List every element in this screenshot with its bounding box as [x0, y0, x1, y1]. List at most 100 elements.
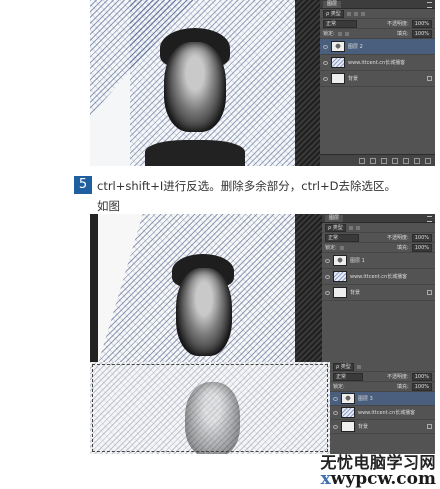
layer-list: 图层 2 www.ittcent.cn长城播客 背景 [320, 39, 435, 87]
layer-list: 图层 3 www.ittcent.cn长城播客 背景 [330, 392, 435, 434]
layer-thumbnail [333, 255, 347, 266]
eye-icon[interactable] [333, 424, 338, 429]
filter-type-icon[interactable] [360, 11, 365, 16]
lock-icon [427, 290, 432, 295]
layer-row[interactable]: 背景 [322, 285, 435, 301]
fill-label: 填充: [397, 30, 409, 37]
eye-icon[interactable] [325, 258, 330, 263]
adjustment-icon[interactable] [392, 157, 398, 164]
layer-row[interactable]: 图层 2 [320, 39, 435, 55]
screenshot-bottom: ρ 类型 正常 不透明度: 100% 锁定: 填充: 100% 图层 3 www… [90, 362, 435, 454]
eye-icon[interactable] [333, 396, 338, 401]
lock-icon [427, 76, 432, 81]
layer-name: 图层 3 [358, 395, 373, 402]
layer-thumbnail [333, 271, 347, 282]
opacity-input[interactable]: 100% [411, 19, 432, 28]
opacity-label: 不透明度: [387, 234, 409, 241]
filter-pixel-icon[interactable] [356, 364, 361, 369]
layer-name: www.ittcent.cn长城播客 [348, 59, 406, 66]
opacity-label: 不透明度: [387, 20, 409, 27]
selection-marquee [92, 364, 328, 452]
lock-icon [427, 424, 432, 429]
document-canvas[interactable] [90, 362, 330, 454]
layer-thumbnail [331, 73, 345, 84]
panel-menu-icon[interactable] [427, 216, 432, 222]
lock-transparent-icon[interactable] [337, 31, 342, 36]
layer-kind-select[interactable]: ρ 类型 [333, 362, 354, 371]
fx-icon[interactable] [370, 157, 376, 164]
blend-row: 正常 不透明度: 100% [320, 19, 435, 29]
portrait-face [164, 42, 226, 132]
canvas-edge [90, 214, 98, 364]
lock-position-icon[interactable] [344, 31, 349, 36]
fill-input[interactable]: 100% [411, 243, 432, 252]
watermark-url-domain: wypcw.com [330, 469, 436, 489]
blend-row: 正常 不透明度: 100% [322, 233, 435, 243]
new-layer-icon[interactable] [414, 157, 420, 164]
mask-icon[interactable] [381, 157, 387, 164]
layer-row[interactable]: 背景 [330, 420, 435, 434]
filter-row: ρ 类型 [322, 223, 435, 233]
blend-mode-select[interactable]: 正常 [323, 19, 357, 28]
tab-layers[interactable]: 图层 [325, 215, 344, 222]
dark-edge [295, 214, 322, 364]
layer-row[interactable]: 图层 1 [322, 253, 435, 269]
eye-icon[interactable] [325, 274, 330, 279]
eye-icon[interactable] [323, 44, 328, 49]
layer-row[interactable]: 背景 [320, 71, 435, 87]
panel-menu-icon[interactable] [427, 2, 432, 8]
layer-kind-select[interactable]: ρ 类型 [323, 9, 344, 18]
opacity-input[interactable]: 100% [411, 233, 432, 242]
eye-icon[interactable] [323, 76, 328, 81]
portrait-shirt [145, 140, 245, 166]
document-canvas[interactable] [90, 0, 320, 166]
layer-row[interactable]: www.ittcent.cn长城播客 [330, 406, 435, 420]
layer-row[interactable]: www.ittcent.cn长城播客 [322, 269, 435, 285]
opacity-label: 不透明度: [387, 373, 409, 380]
trash-icon[interactable] [425, 157, 431, 164]
filter-adjust-icon[interactable] [353, 11, 358, 16]
layer-thumbnail [341, 393, 355, 404]
eye-icon[interactable] [333, 410, 338, 415]
panel-tabbar: 图层 [320, 0, 435, 9]
layers-panel: 图层 ρ 类型 正常 不透明度: 100% 锁定: 填充: 100% 图层 2 [320, 0, 435, 166]
filter-row: ρ 类型 [330, 362, 435, 372]
layer-thumbnail [341, 421, 355, 432]
group-icon[interactable] [403, 157, 409, 164]
layer-thumbnail [331, 41, 345, 52]
panel-tabbar: 图层 [322, 214, 435, 223]
lock-transparent-icon[interactable] [339, 245, 344, 250]
fill-input[interactable]: 100% [411, 382, 432, 391]
filter-pixel-icon[interactable] [348, 225, 353, 230]
portrait-face [176, 268, 232, 356]
panel-footer [320, 154, 435, 166]
step-instruction: ctrl+shift+I进行反选。删除多余部分，ctrl+D去除选区。 [97, 179, 396, 193]
opacity-input[interactable]: 100% [411, 372, 432, 381]
blend-mode-select[interactable]: 正常 [325, 233, 359, 242]
document-canvas[interactable] [90, 214, 322, 364]
blend-mode-select[interactable]: 正常 [333, 372, 363, 381]
layer-name: www.ittcent.cn长城播客 [350, 273, 408, 280]
link-icon[interactable] [359, 157, 365, 164]
lock-label: 锁定: [325, 244, 337, 251]
lock-row: 锁定: 填充: 100% [330, 382, 435, 392]
filter-adjust-icon[interactable] [355, 225, 360, 230]
layer-thumbnail [341, 407, 355, 418]
layer-name: 背景 [350, 289, 361, 296]
lock-label: 锁定: [333, 383, 345, 390]
fill-label: 填充: [397, 383, 409, 390]
layer-row[interactable]: www.ittcent.cn长城播客 [320, 55, 435, 71]
filter-pixel-icon[interactable] [346, 11, 351, 16]
tab-layers[interactable]: 图层 [323, 1, 342, 8]
layer-kind-select[interactable]: ρ 类型 [325, 223, 346, 232]
watermark-url-prefix: x [320, 469, 331, 489]
layer-row[interactable]: 图层 3 [330, 392, 435, 406]
lock-label: 锁定: [323, 30, 335, 37]
step-number: 5 [74, 176, 92, 194]
lock-row: 锁定: 填充: 100% [320, 29, 435, 39]
layer-thumbnail [333, 287, 347, 298]
fill-input[interactable]: 100% [411, 29, 432, 38]
eye-icon[interactable] [325, 290, 330, 295]
eye-icon[interactable] [323, 60, 328, 65]
blend-row: 正常 不透明度: 100% [330, 372, 435, 382]
